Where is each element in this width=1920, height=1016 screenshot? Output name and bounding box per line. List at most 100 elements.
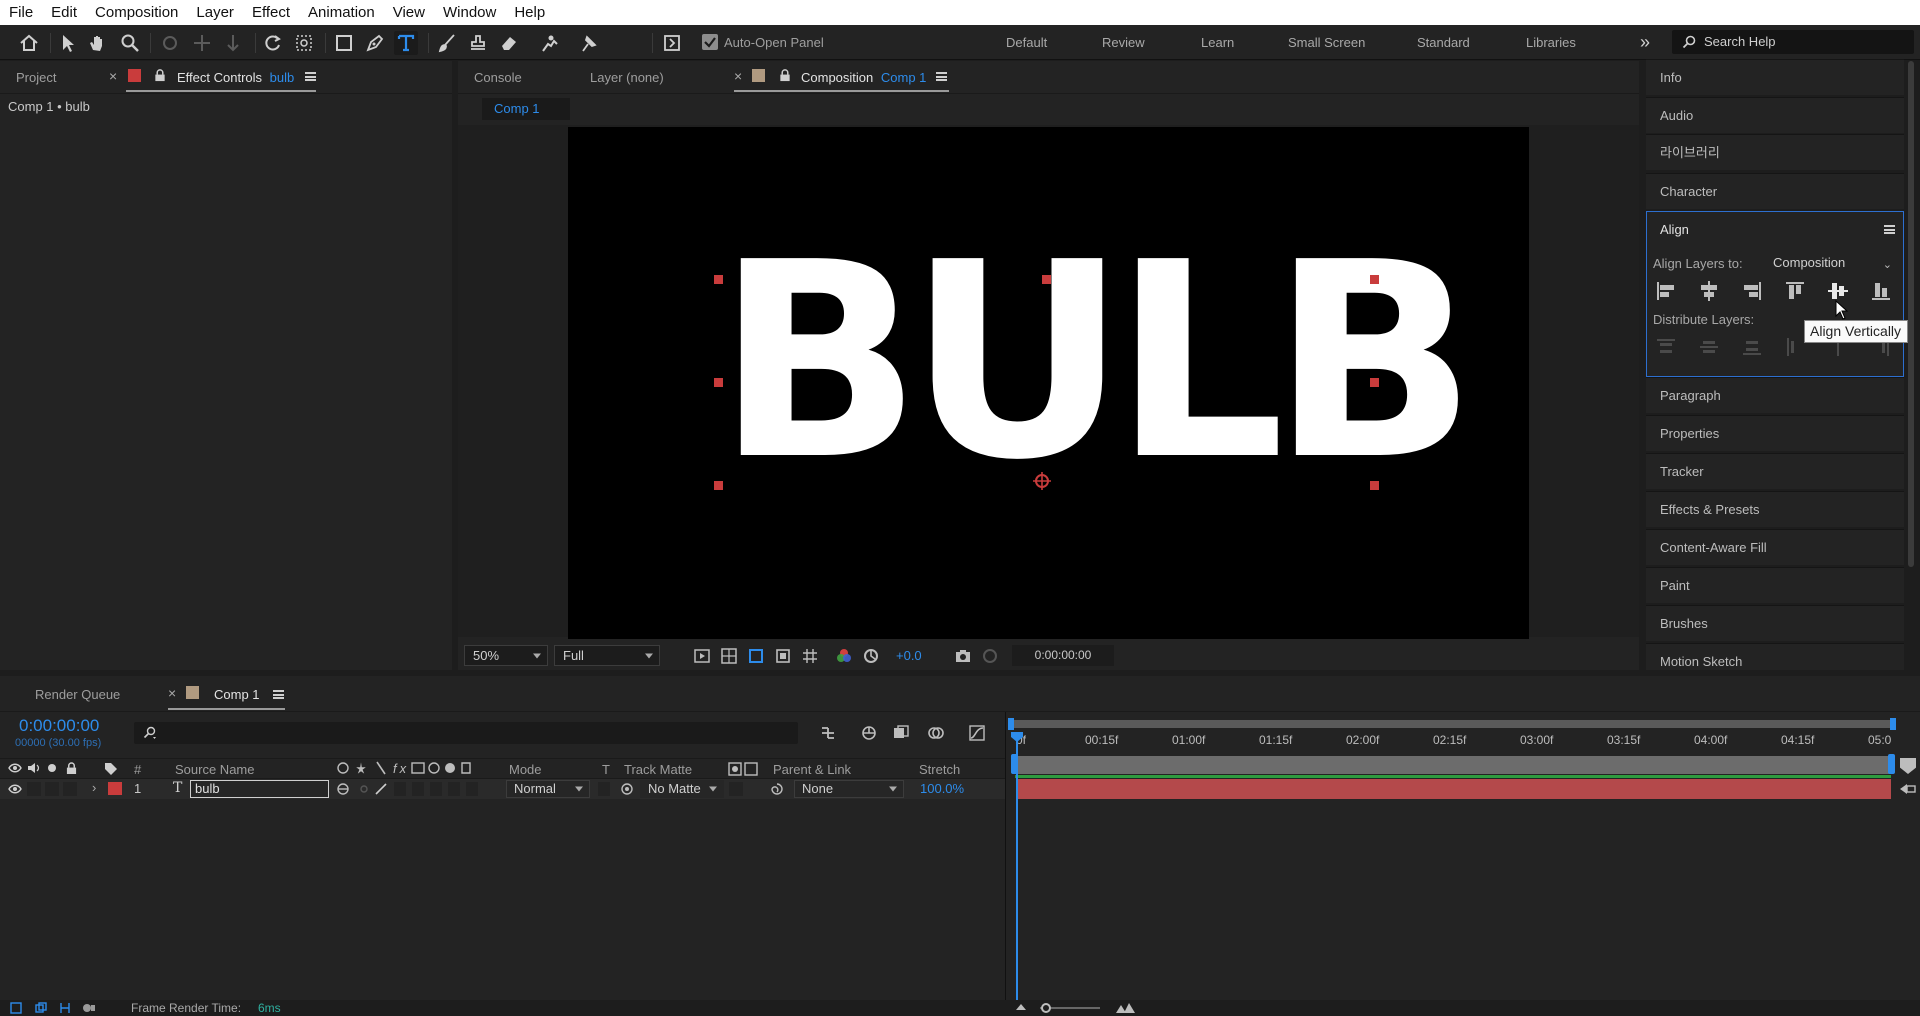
timeline-current-time[interactable]: 0:00:00:00: [19, 716, 99, 736]
panel-audio[interactable]: Audio: [1646, 97, 1904, 133]
bulb-text-layer[interactable]: BULB: [716, 227, 1477, 497]
transparency-grid-icon[interactable]: [717, 644, 741, 668]
distribute-vertical-center-icon[interactable]: [1696, 334, 1722, 360]
table-row[interactable]: › 1 T bulb Normal No Matte None 100.0%: [0, 779, 1005, 799]
layer-fx-switch-box[interactable]: [394, 782, 406, 796]
transfer-controls-toggle-icon[interactable]: [35, 1002, 47, 1016]
time-navigator-bar[interactable]: [1011, 720, 1895, 728]
expand-chevron-icon[interactable]: ›: [92, 780, 96, 795]
workspace-review[interactable]: Review: [1102, 25, 1145, 60]
exposure-value[interactable]: +0.0: [896, 648, 922, 663]
brush-tool-icon[interactable]: [435, 31, 459, 55]
lock-icon[interactable]: [779, 69, 791, 85]
video-switch-icon[interactable]: [8, 762, 22, 777]
selection-tool-icon[interactable]: [56, 31, 80, 55]
audio-toggle-box[interactable]: [27, 782, 41, 796]
distribute-bottom-icon[interactable]: [1739, 334, 1765, 360]
tab-layer[interactable]: Layer (none): [590, 70, 664, 85]
panel-character[interactable]: Character: [1646, 173, 1904, 209]
menu-effect[interactable]: Effect: [243, 0, 299, 25]
workspace-overflow-button[interactable]: »: [1640, 25, 1650, 60]
header-track-matte[interactable]: Track Matte: [624, 762, 692, 777]
panel-toggle-icon[interactable]: [660, 31, 684, 55]
layer-switches-toggle-icon[interactable]: [10, 1002, 22, 1016]
panel-effects-presets[interactable]: Effects & Presets: [1646, 491, 1904, 527]
preserve-transparency-box[interactable]: [598, 782, 610, 796]
region-of-interest-icon[interactable]: [771, 644, 795, 668]
tab-console[interactable]: Console: [474, 70, 522, 85]
timeline-search-input[interactable]: [134, 722, 798, 744]
rotation-tool-icon[interactable]: [261, 31, 285, 55]
panel-paragraph[interactable]: Paragraph: [1646, 377, 1904, 413]
layer-link-icon[interactable]: [1898, 781, 1916, 800]
workspace-learn[interactable]: Learn: [1201, 25, 1234, 60]
panel-libraries[interactable]: 라이브러리: [1646, 134, 1904, 170]
transform-handle[interactable]: [1042, 275, 1051, 284]
workspace-standard[interactable]: Standard: [1417, 25, 1470, 60]
panel-content-aware-fill[interactable]: Content-Aware Fill: [1646, 529, 1904, 565]
zoom-out-icon[interactable]: [1016, 1004, 1026, 1010]
parent-pickwhip-icon[interactable]: [770, 782, 784, 799]
menu-layer[interactable]: Layer: [187, 0, 243, 25]
camera-dolly-icon[interactable]: [221, 31, 245, 55]
align-top-icon[interactable]: [1782, 278, 1808, 304]
layer-frame-blend-box[interactable]: [412, 782, 424, 796]
panel-info[interactable]: Info: [1646, 59, 1904, 95]
render-time-toggle-icon[interactable]: [82, 1002, 96, 1016]
transform-handle[interactable]: [714, 275, 723, 284]
layer-collapse-switch-icon[interactable]: [357, 782, 371, 799]
guides-icon[interactable]: [798, 644, 822, 668]
zoom-dropdown[interactable]: 50%: [464, 645, 548, 666]
align-bottom-icon[interactable]: [1868, 278, 1894, 304]
shy-layers-icon[interactable]: [857, 721, 881, 745]
layer-shy-switch-icon[interactable]: [336, 782, 350, 799]
layer-label-color[interactable]: [108, 782, 122, 795]
workspace-libraries[interactable]: Libraries: [1526, 25, 1576, 60]
panel-brushes[interactable]: Brushes: [1646, 605, 1904, 641]
lock-switch-icon[interactable]: [66, 762, 77, 778]
distribute-top-icon[interactable]: [1653, 334, 1679, 360]
pen-tool-icon[interactable]: [363, 31, 387, 55]
lock-icon[interactable]: [154, 69, 166, 85]
menu-composition[interactable]: Composition: [86, 0, 187, 25]
layer-mode-dropdown[interactable]: Normal: [506, 780, 590, 798]
transform-handle[interactable]: [714, 378, 723, 387]
header-source-name[interactable]: Source Name: [175, 762, 254, 777]
header-parent-link[interactable]: Parent & Link: [773, 762, 851, 777]
home-icon[interactable]: [17, 31, 41, 55]
menu-window[interactable]: Window: [434, 0, 505, 25]
viewer-timecode[interactable]: 0:00:00:00: [1012, 645, 1114, 666]
align-horizontal-center-icon[interactable]: [1696, 278, 1722, 304]
panel-menu-icon[interactable]: [273, 690, 284, 699]
frame-blending-icon[interactable]: [889, 721, 913, 745]
layer-name-field[interactable]: bulb: [190, 780, 329, 798]
right-panels-scrollbar[interactable]: [1908, 61, 1914, 567]
workspace-small-screen[interactable]: Small Screen: [1288, 25, 1365, 60]
fast-preview-icon[interactable]: [690, 644, 714, 668]
tab-comp1-timeline[interactable]: Comp 1: [214, 687, 260, 702]
panel-menu-icon[interactable]: [305, 72, 316, 81]
search-help-field[interactable]: Search Help: [1672, 30, 1914, 54]
zoom-tool-icon[interactable]: [118, 31, 142, 55]
layer-visibility-eye-icon[interactable]: [8, 783, 22, 798]
puppet-pin-tool-icon[interactable]: [577, 31, 601, 55]
time-navigator-start-handle[interactable]: [1008, 718, 1014, 730]
transform-handle[interactable]: [1370, 481, 1379, 490]
matte-invert-box[interactable]: [729, 782, 743, 796]
transform-handle[interactable]: [1370, 275, 1379, 284]
anchor-point-icon[interactable]: [1031, 470, 1053, 495]
menu-file[interactable]: File: [0, 0, 42, 25]
rectangle-tool-icon[interactable]: [332, 31, 356, 55]
panel-menu-icon[interactable]: [936, 72, 947, 81]
comp-marker-bin-icon[interactable]: [1900, 758, 1916, 774]
roto-brush-tool-icon[interactable]: [538, 31, 562, 55]
camera-orbit-icon[interactable]: [158, 31, 182, 55]
camera-pan-icon[interactable]: [190, 31, 214, 55]
clone-stamp-tool-icon[interactable]: [466, 31, 490, 55]
align-right-icon[interactable]: [1739, 278, 1765, 304]
align-left-icon[interactable]: [1653, 278, 1679, 304]
tab-render-queue[interactable]: Render Queue: [35, 687, 120, 702]
panel-motion-sketch[interactable]: Motion Sketch: [1646, 643, 1904, 670]
tab-effect-controls[interactable]: Effect Controls bulb: [177, 70, 294, 85]
panel-paint[interactable]: Paint: [1646, 567, 1904, 603]
